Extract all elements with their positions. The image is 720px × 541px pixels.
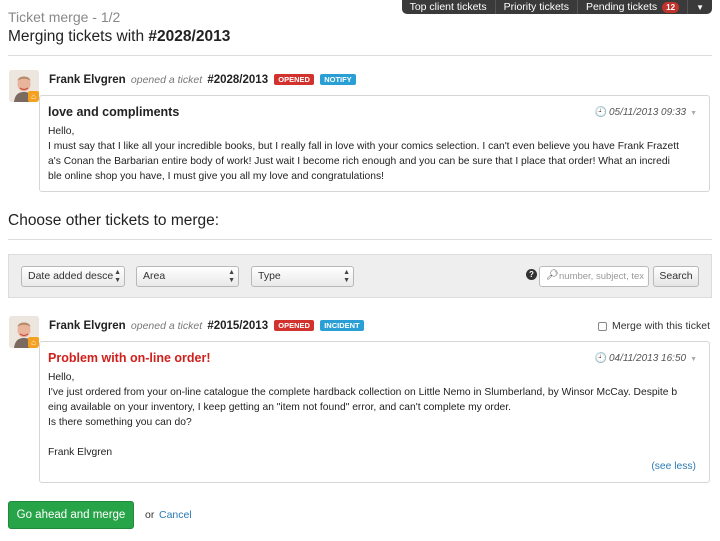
- page-subtitle: Ticket merge - 1/2: [8, 9, 121, 25]
- nav-label: Priority tickets: [503, 1, 569, 13]
- type-badge: NOTIFY: [320, 74, 356, 85]
- ticket-date-value: 04/11/2013 16:50: [608, 353, 687, 364]
- section-title: Choose other tickets to merge:: [8, 212, 220, 229]
- title-prefix: Merging tickets with: [8, 28, 149, 45]
- cancel-link[interactable]: Cancel: [159, 509, 192, 521]
- nav-top-client-tickets[interactable]: Top client tickets: [402, 0, 496, 14]
- nav-priority-tickets[interactable]: Priority tickets: [496, 0, 578, 14]
- page-title: Merging tickets with #2028/2013: [8, 28, 230, 46]
- search-input[interactable]: [559, 269, 647, 284]
- merge-button[interactable]: Go ahead and merge: [8, 501, 134, 529]
- home-icon: ⌂: [28, 337, 39, 348]
- avatar: ⌂: [9, 70, 39, 102]
- avatar: ⌂: [9, 316, 39, 348]
- ticket-header: Frank Elvgren opened a ticket #2015/2013…: [49, 320, 364, 332]
- merge-checkbox-label: Merge with this ticket: [611, 320, 710, 332]
- search-box: 🔎︎: [539, 266, 649, 287]
- home-icon: ⌂: [28, 91, 39, 102]
- status-badge: OPENED: [274, 320, 314, 331]
- ticket-author[interactable]: Frank Elvgren: [49, 320, 126, 332]
- search-button[interactable]: Search: [653, 266, 699, 287]
- merge-checkbox[interactable]: Merge with this ticket: [597, 320, 710, 332]
- select-arrows-icon: ▲ ▼: [114, 269, 121, 284]
- ticket-subject: Problem with on-line order!: [48, 351, 211, 365]
- or-text: or: [145, 509, 155, 521]
- checkbox-icon[interactable]: [597, 321, 607, 331]
- ticket-number[interactable]: #2015/2013: [207, 320, 268, 332]
- search-icon: 🔎︎: [546, 270, 559, 281]
- ticket-date-value: 05/11/2013 09:33: [608, 107, 687, 118]
- divider: [8, 55, 712, 56]
- caret-down-icon[interactable]: ▼: [688, 0, 712, 14]
- nav-label: Top client tickets: [409, 1, 487, 13]
- filter-bar: Date added desce▲▼ Area▲▼ Type▲▼ ? 🔎︎ Se…: [8, 254, 712, 298]
- status-badge: OPENED: [274, 74, 314, 85]
- ticket-date: 🕘 04/11/2013 16:50 ▼: [595, 353, 698, 364]
- see-less-link[interactable]: (see less): [651, 461, 696, 472]
- type-select[interactable]: Type ▲ ▼: [251, 266, 354, 287]
- ticket-message-card: Problem with on-line order! 🕘 04/11/2013 …: [39, 341, 710, 483]
- ticket-number[interactable]: #2028/2013: [207, 74, 268, 86]
- type-badge: INCIDENT: [320, 320, 364, 331]
- area-select-value: Area: [143, 270, 166, 282]
- ticket-header: Frank Elvgren opened a ticket #2028/2013…: [49, 74, 356, 86]
- area-select[interactable]: Area ▲ ▼: [136, 266, 239, 287]
- question-icon[interactable]: ?: [526, 269, 537, 280]
- ticket-subject: love and compliments: [48, 105, 180, 119]
- pending-count-badge: 12: [662, 1, 680, 13]
- chevron-down-icon[interactable]: ▼: [690, 356, 697, 363]
- sort-select-value: Date added desce: [28, 270, 114, 282]
- chevron-down-icon[interactable]: ▼: [690, 110, 697, 117]
- title-ticket-number: #2028/2013: [148, 28, 231, 45]
- ticket-message-card: love and compliments 🕘 05/11/2013 09:33 ▼ …: [39, 95, 710, 192]
- divider: [8, 239, 712, 240]
- clock-icon: 🕘: [594, 107, 607, 118]
- sort-select[interactable]: Date added desce ▲ ▼: [21, 266, 125, 287]
- ticket-verb: opened a ticket: [130, 320, 203, 332]
- select-arrows-icon: ▲ ▼: [343, 269, 350, 284]
- ticket-author[interactable]: Frank Elvgren: [49, 74, 126, 86]
- top-nav: Top client tickets Priority tickets Pend…: [401, 0, 712, 14]
- ticket-verb: opened a ticket: [130, 74, 203, 86]
- ticket-body: Hello, I must say that I like all your i…: [48, 126, 679, 182]
- type-select-value: Type: [258, 270, 281, 282]
- nav-label: Pending tickets: [585, 1, 658, 13]
- nav-pending-tickets[interactable]: Pending tickets 12: [578, 0, 689, 14]
- ticket-date: 🕘 05/11/2013 09:33 ▼: [595, 107, 698, 118]
- ticket-body: Hello, I've just ordered from your on-li…: [48, 372, 678, 458]
- clock-icon: 🕘: [594, 353, 607, 364]
- select-arrows-icon: ▲ ▼: [228, 269, 235, 284]
